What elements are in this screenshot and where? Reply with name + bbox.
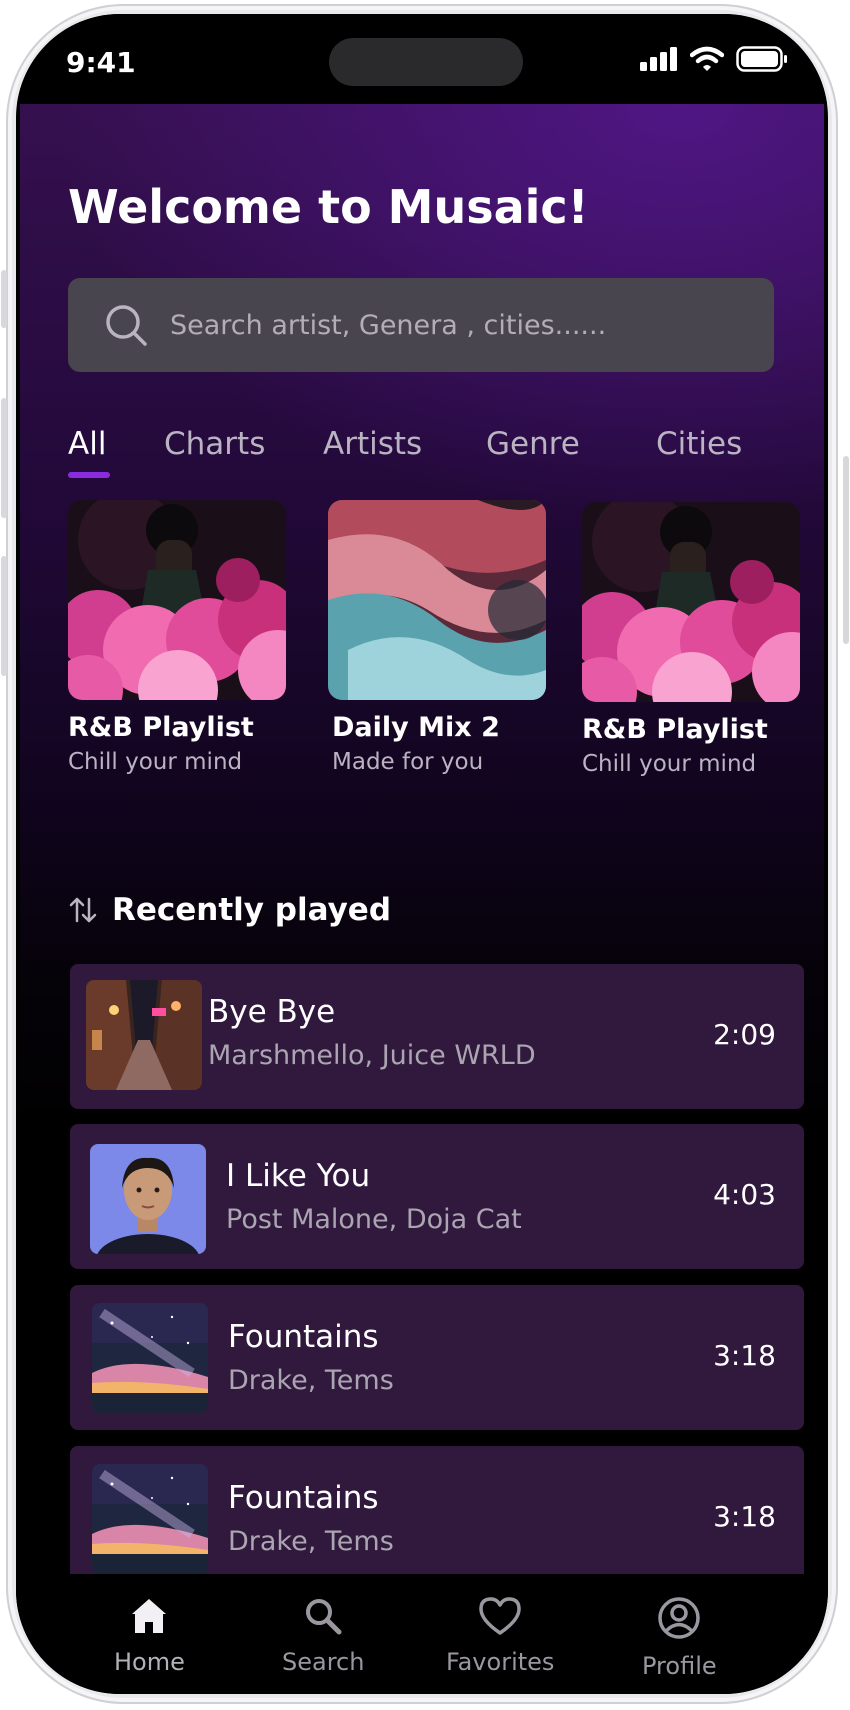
nav-search[interactable]: Search	[282, 1596, 364, 1676]
song-row[interactable]: Fountains Drake, Tems 3:18	[70, 1446, 804, 1574]
nav-profile[interactable]: Profile	[642, 1596, 717, 1680]
volume-up-button	[1, 398, 7, 518]
song-cover-image	[92, 1464, 208, 1574]
page-title: Welcome to Musaic!	[68, 180, 589, 234]
status-bar: 9:41	[16, 14, 828, 104]
song-cover-image	[90, 1144, 206, 1254]
search-input[interactable]	[168, 308, 752, 342]
tab-cities[interactable]: Cities	[656, 426, 742, 462]
screen: 9:41 Welcome to Musaic! Search artist, G…	[16, 14, 828, 1694]
song-cover-image	[86, 980, 202, 1090]
signal-icon	[640, 47, 677, 71]
recently-played-header: Recently played	[68, 892, 391, 928]
tab-artists[interactable]: Artists	[323, 426, 422, 462]
song-duration: 2:09	[713, 1018, 776, 1051]
song-artist: Post Malone, Doja Cat	[226, 1204, 522, 1235]
nav-label: Favorites	[446, 1648, 555, 1676]
active-tab-indicator	[68, 472, 110, 478]
song-cover-image	[92, 1303, 208, 1413]
bottom-nav: Home Search Favorites Profile	[16, 1574, 828, 1694]
dynamic-island	[329, 38, 523, 86]
volume-down-button	[1, 556, 7, 676]
song-row[interactable]: Bye Bye Marshmello, Juice WRLD 2:09	[70, 964, 804, 1109]
playlist-cover-image	[328, 500, 546, 700]
playlist-card[interactable]: R&B Playlist Chill your mind	[582, 502, 800, 777]
battery-icon	[736, 46, 787, 72]
home-icon	[132, 1599, 167, 1633]
song-title: Fountains	[228, 1319, 379, 1355]
song-title: I Like You	[226, 1158, 371, 1194]
tab-all[interactable]: All	[68, 426, 106, 462]
song-artist: Drake, Tems	[228, 1526, 394, 1557]
playlist-subtitle: Chill your mind	[68, 749, 243, 775]
song-artist: Marshmello, Juice WRLD	[208, 1040, 536, 1071]
wifi-icon	[690, 46, 724, 71]
status-time: 9:41	[66, 46, 136, 79]
nav-favorites[interactable]: Favorites	[446, 1596, 554, 1676]
playlist-subtitle: Chill your mind	[582, 751, 757, 777]
search-icon	[106, 305, 147, 346]
song-title: Fountains	[228, 1480, 379, 1516]
playlist-card[interactable]: Daily Mix 2 Made for you	[328, 500, 546, 775]
nav-label: Profile	[642, 1652, 717, 1680]
search-icon	[306, 1599, 342, 1635]
playlist-title: R&B Playlist	[68, 712, 254, 743]
tab-charts[interactable]: Charts	[164, 426, 265, 462]
playlist-card[interactable]: R&B Playlist Chill your mind	[68, 500, 286, 775]
action-button	[1, 270, 7, 328]
song-duration: 4:03	[713, 1178, 776, 1211]
playlist-subtitle: Made for you	[332, 749, 484, 775]
nav-label: Home	[114, 1648, 185, 1676]
heart-icon	[479, 1597, 521, 1635]
song-duration: 3:18	[713, 1500, 776, 1533]
song-title: Bye Bye	[208, 994, 336, 1030]
playlist-title: Daily Mix 2	[332, 712, 500, 743]
song-row[interactable]: Fountains Drake, Tems 3:18	[70, 1285, 804, 1430]
search-bar[interactable]	[68, 278, 774, 372]
playlist-cover-image	[582, 502, 800, 702]
home-content: Welcome to Musaic! All Charts Artists Ge…	[20, 104, 824, 1574]
song-row[interactable]: I Like You Post Malone, Doja Cat 4:03	[70, 1124, 804, 1269]
nav-label: Search	[282, 1648, 365, 1676]
playlist-cover-image	[68, 500, 286, 700]
power-button	[843, 456, 849, 644]
playlist-title: R&B Playlist	[582, 714, 768, 745]
tab-genre[interactable]: Genre	[486, 426, 580, 462]
song-artist: Drake, Tems	[228, 1365, 394, 1396]
user-circle-icon	[658, 1597, 701, 1639]
nav-home[interactable]: Home	[114, 1596, 185, 1676]
song-duration: 3:18	[713, 1339, 776, 1372]
status-icons	[640, 46, 788, 72]
sort-icon[interactable]	[68, 895, 98, 925]
section-title: Recently played	[112, 892, 392, 928]
